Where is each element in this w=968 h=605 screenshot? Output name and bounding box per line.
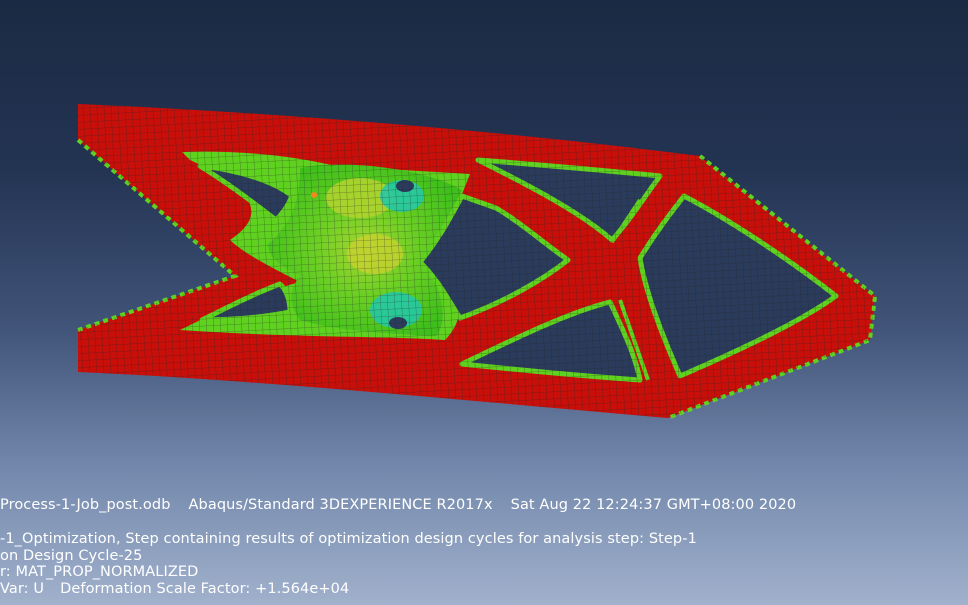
design-cycle-label: on Design Cycle-25	[0, 548, 143, 564]
deformation-info: Var: U Deformation Scale Factor: +1.564e+…	[0, 581, 349, 597]
odb-info-line: Process-1-Job_post.odb Abaqus/Standard 3D…	[0, 497, 796, 513]
deformed-variable: Var: U	[0, 581, 45, 597]
primary-variable-label: r: MAT_PROP_NORMALIZED	[0, 564, 199, 580]
step-description: -1_Optimization, Step containing results…	[0, 531, 697, 547]
odb-name: Process-1-Job_post.odb	[0, 497, 171, 513]
solver-name: Abaqus/Standard 3DEXPERIENCE R2017x	[188, 497, 493, 513]
node-marker	[311, 192, 317, 198]
deformation-scale-factor: Deformation Scale Factor: +1.564e+04	[60, 581, 350, 597]
timestamp: Sat Aug 22 12:24:37 GMT+08:00 2020	[510, 497, 797, 513]
viewport[interactable]: Process-1-Job_post.odb Abaqus/Standard 3D…	[0, 0, 968, 605]
topology-optimization-model[interactable]	[0, 0, 968, 480]
